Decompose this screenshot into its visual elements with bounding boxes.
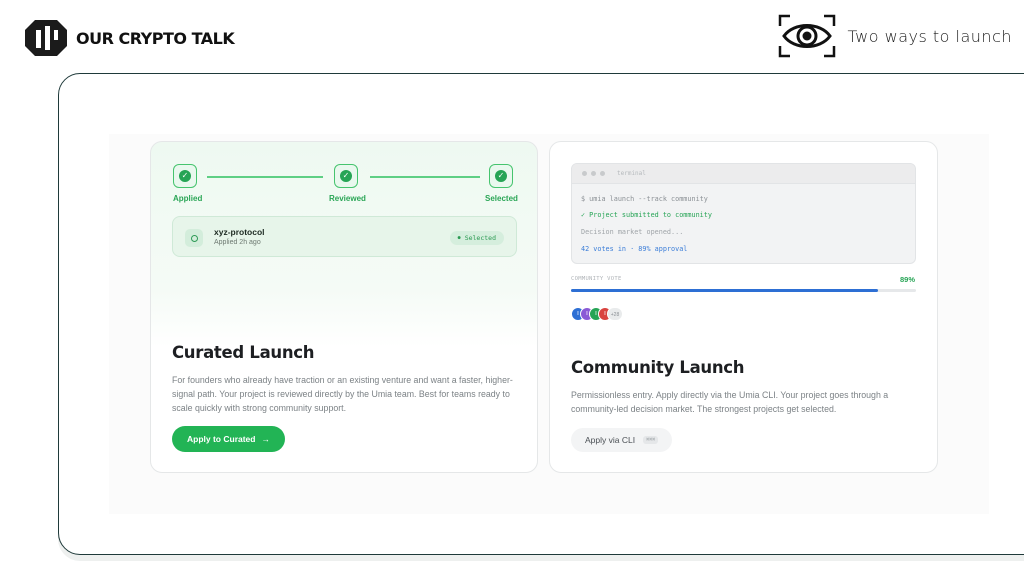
step-label-applied: Applied bbox=[173, 194, 203, 203]
step-reviewed-check-icon: ✓ bbox=[334, 164, 358, 188]
project-row: xyz-protocol Applied 2h ago Selected bbox=[172, 216, 517, 257]
terminal-window: terminal $ umia launch --track community… bbox=[571, 163, 916, 264]
project-time: Applied 2h ago bbox=[214, 239, 261, 246]
terminal-titlebar: terminal bbox=[572, 164, 915, 184]
vote-label: COMMUNITY VOTE bbox=[571, 276, 622, 282]
avatar-more-count: +28 bbox=[607, 307, 623, 321]
project-icon bbox=[185, 229, 203, 247]
terminal-line: ✓ Project submitted to community bbox=[581, 211, 712, 219]
terminal-line: Decision market opened... bbox=[581, 228, 684, 236]
apply-curated-button[interactable]: Apply to Curated → bbox=[172, 426, 285, 452]
curated-description: For founders who already have traction o… bbox=[172, 375, 513, 413]
window-dot-icon bbox=[591, 171, 596, 176]
shortcut-hint: ⌘⌘⌘ bbox=[643, 436, 659, 444]
community-launch-card: terminal $ umia launch --track community… bbox=[549, 141, 938, 473]
community-title: Community Launch bbox=[571, 358, 745, 377]
header-right: Two ways to launch bbox=[778, 14, 1012, 58]
progress-steps: ✓ ✓ ✓ Applied Reviewed Selected bbox=[173, 164, 518, 204]
apply-cli-button[interactable]: Apply via CLI ⌘⌘⌘ bbox=[571, 428, 673, 452]
brand: OUR CRYPTO TALK bbox=[24, 18, 235, 58]
vote-percent: 89% bbox=[899, 275, 915, 284]
step-connector bbox=[370, 176, 480, 178]
step-selected-check-icon: ✓ bbox=[489, 164, 513, 188]
tagline: Two ways to launch bbox=[847, 26, 1012, 46]
window-dot-icon bbox=[600, 171, 605, 176]
brand-logo-icon bbox=[25, 20, 67, 56]
terminal-line: 42 votes in · 89% approval bbox=[581, 245, 688, 253]
vote-progress-fill bbox=[571, 289, 879, 292]
curated-launch-card: ✓ ✓ ✓ Applied Reviewed Selected xyz-prot… bbox=[150, 141, 538, 473]
community-description: Permissionless entry. Apply directly via… bbox=[571, 390, 889, 414]
brand-name: OUR CRYPTO TALK bbox=[76, 28, 235, 48]
step-connector bbox=[207, 176, 323, 178]
step-label-reviewed: Reviewed bbox=[329, 194, 366, 203]
step-label-selected: Selected bbox=[485, 194, 518, 203]
eye-icon bbox=[778, 14, 835, 58]
vote-progress-bar bbox=[571, 289, 916, 292]
terminal-line: $ umia launch --track community bbox=[581, 195, 708, 203]
apply-cli-label: Apply via CLI bbox=[585, 435, 636, 445]
step-applied-check-icon: ✓ bbox=[173, 164, 197, 188]
curated-title: Curated Launch bbox=[172, 343, 315, 362]
voter-avatars: ı ı ı ı +28 bbox=[571, 307, 623, 321]
arrow-right-icon: → bbox=[261, 434, 270, 444]
window-dot-icon bbox=[582, 171, 587, 176]
apply-curated-label: Apply to Curated bbox=[187, 434, 256, 444]
status-badge: Selected bbox=[449, 231, 504, 245]
project-name: xyz-protocol bbox=[214, 227, 265, 237]
terminal-title: terminal bbox=[617, 170, 646, 177]
